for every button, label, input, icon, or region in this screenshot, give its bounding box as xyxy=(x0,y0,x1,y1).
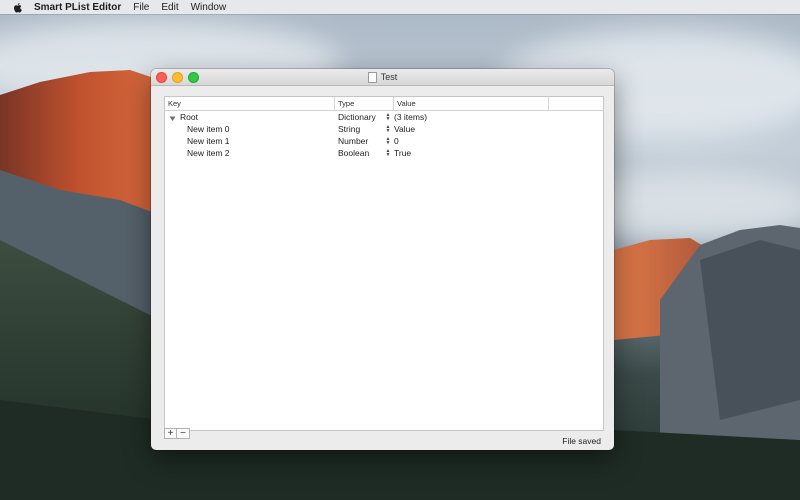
type-stepper-icon[interactable]: ▲ ▼ xyxy=(383,149,393,158)
type-stepper-icon[interactable]: ▲ ▼ xyxy=(383,125,393,134)
column-header-value[interactable]: Value xyxy=(394,97,549,110)
column-header-empty xyxy=(549,97,603,110)
table-row[interactable]: Root Dictionary ▲ ▼ (3 items) xyxy=(165,111,603,123)
table-row[interactable]: New item 0 String ▲ ▼ Value xyxy=(165,123,603,135)
add-remove-bar: + − xyxy=(164,428,190,439)
table-row[interactable]: New item 1 Number ▲ ▼ 0 xyxy=(165,135,603,147)
close-button[interactable] xyxy=(156,72,167,83)
apple-logo-icon[interactable] xyxy=(12,1,24,13)
table-row[interactable]: New item 2 Boolean ▲ ▼ True xyxy=(165,147,603,159)
type-stepper-icon[interactable]: ▲ ▼ xyxy=(383,137,393,146)
plist-outline-view[interactable]: Key Type Value Root Dictionary ▲ ▼ (3 ite… xyxy=(164,96,604,431)
column-header-key[interactable]: Key xyxy=(165,97,335,110)
menu-edit[interactable]: Edit xyxy=(161,2,178,13)
table-header: Key Type Value xyxy=(165,97,603,111)
row-key[interactable]: New item 2 xyxy=(187,148,230,158)
row-key[interactable]: New item 1 xyxy=(187,136,230,146)
row-type[interactable]: Number xyxy=(335,136,383,146)
row-value[interactable]: 0 xyxy=(393,136,399,146)
window-titlebar[interactable]: Test xyxy=(151,69,614,86)
document-window: Test Key Type Value Root Dictionary ▲ ▼ (… xyxy=(151,69,614,450)
type-stepper-icon[interactable]: ▲ ▼ xyxy=(383,113,393,122)
row-value[interactable]: Value xyxy=(393,124,415,134)
row-key[interactable]: New item 0 xyxy=(187,124,230,134)
document-icon xyxy=(367,71,377,83)
status-text: File saved xyxy=(562,436,601,446)
window-title: Test xyxy=(380,72,398,82)
add-item-button[interactable]: + xyxy=(164,428,177,439)
minimize-button[interactable] xyxy=(172,72,183,83)
menu-window[interactable]: Window xyxy=(191,2,227,13)
row-type[interactable]: Dictionary xyxy=(335,112,383,122)
column-header-type[interactable]: Type xyxy=(335,97,394,110)
menu-file[interactable]: File xyxy=(133,2,149,13)
menu-bar: Smart PList Editor File Edit Window xyxy=(0,0,800,14)
disclosure-triangle-icon[interactable] xyxy=(169,114,176,121)
menu-app-name[interactable]: Smart PList Editor xyxy=(34,2,121,13)
row-type[interactable]: String xyxy=(335,124,383,134)
remove-item-button[interactable]: − xyxy=(177,428,190,439)
row-value[interactable]: True xyxy=(393,148,411,158)
row-value[interactable]: (3 items) xyxy=(393,112,427,122)
row-key[interactable]: Root xyxy=(180,112,198,122)
row-type[interactable]: Boolean xyxy=(335,148,383,158)
zoom-button[interactable] xyxy=(188,72,199,83)
